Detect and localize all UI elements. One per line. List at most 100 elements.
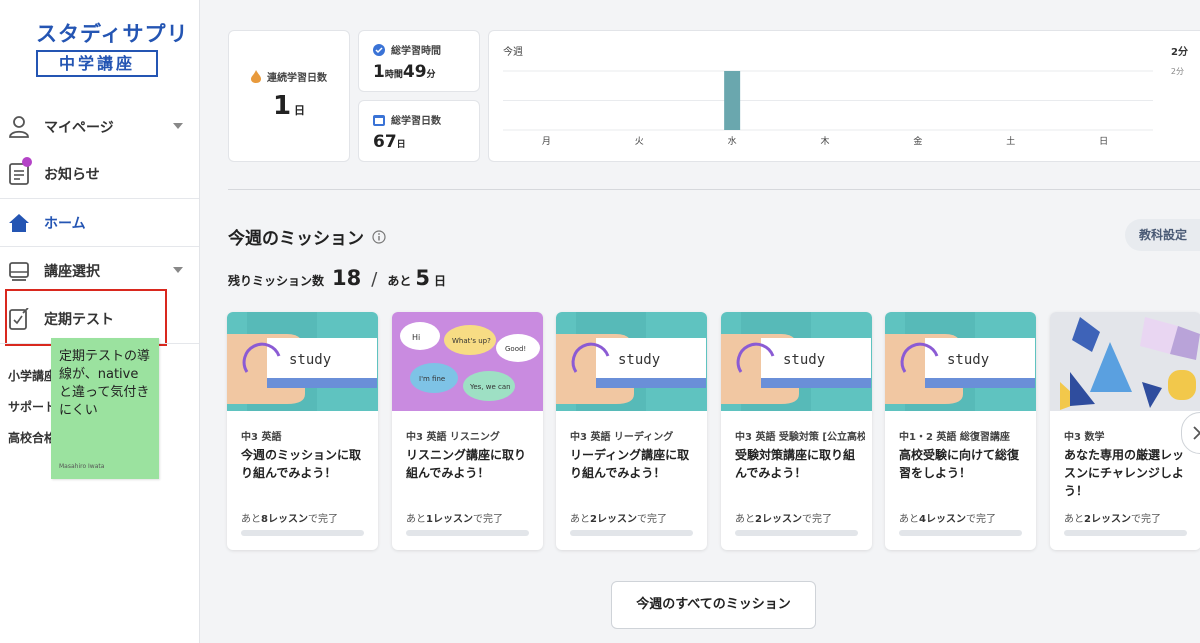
svg-text:Good!: Good! (505, 345, 526, 353)
mission-category: 中1・2 英語 総復習講座 (899, 432, 1010, 443)
mission-title: あなた専用の厳選レッスンにチャレンジしよう！ (1064, 448, 1185, 498)
total-time-hours-unit: 時間 (384, 70, 403, 80)
svg-text:study: study (618, 352, 660, 368)
mission-title: 今週のミッションに取り組んでみよう！ (241, 448, 362, 480)
sidebar-item-mypage[interactable]: マイページ (0, 104, 199, 150)
streak-label: 連続学習日数 (267, 73, 327, 84)
days-unit: 日 (433, 274, 446, 288)
chevron-down-icon[interactable] (173, 123, 183, 129)
streak-unit: 日 (294, 104, 306, 117)
notification-dot (22, 157, 32, 167)
x-tick-label: 土 (1006, 135, 1015, 147)
mission-card[interactable]: Hi What's up? Good! I'm fine Yes, we can… (392, 312, 543, 550)
study-card-illustration: study (885, 312, 1036, 411)
x-tick-label: 水 (728, 135, 737, 147)
person-icon (8, 116, 30, 138)
study-card-illustration: study (721, 312, 872, 411)
mission-category: 中3 英語 リスニング (406, 432, 500, 443)
sticky-note-text: 定期テストの導線が、nativeと違って気付きにくい (59, 349, 151, 418)
svg-text:What's up?: What's up? (452, 337, 491, 345)
sidebar-item-label: ホーム (44, 216, 86, 232)
mission-remaining: あと2レッスンで完了 (735, 514, 832, 525)
total-time-label: 総学習時間 (391, 46, 441, 57)
logo-main-text: スタディサプリ (36, 22, 189, 46)
mission-progress-bar (1064, 530, 1187, 536)
total-time-minutes-unit: 分 (426, 70, 436, 80)
days-value: 5 (415, 266, 430, 290)
mission-category: 中3 英語 (241, 432, 282, 443)
subject-settings-button[interactable]: 教科設定 (1125, 219, 1200, 251)
flame-icon (251, 70, 261, 83)
mission-title: 受験対策講座に取り組んでみよう！ (735, 448, 856, 480)
link-support[interactable]: サポート (8, 398, 52, 415)
all-missions-button[interactable]: 今週のすべてのミッション (611, 581, 816, 629)
chevron-right-icon (1193, 426, 1200, 440)
mission-title: リーディング講座に取り組んでみよう！ (570, 448, 690, 480)
svg-text:I'm fine: I'm fine (419, 375, 445, 383)
mission-title: リスニング講座に取り組んでみよう！ (406, 448, 527, 480)
chevron-down-icon[interactable] (173, 267, 183, 273)
mission-title: 高校受験に向けて総復習をしよう！ (899, 448, 1020, 480)
svg-text:study: study (289, 352, 331, 368)
mission-remaining: あと8レッスンで完了 (241, 514, 338, 525)
check-circle-icon (373, 43, 385, 56)
section-divider (228, 189, 1200, 190)
remaining-label: 残りミッション数 (228, 274, 325, 288)
total-days-value: 67 (373, 132, 397, 152)
app-logo[interactable]: スタディサプリ 中学講座 (36, 18, 189, 77)
weekly-chart-card: 今週 2分 2分月火水木金土日 (488, 30, 1200, 162)
total-days-card: 総学習日数 67日 (358, 100, 480, 162)
x-tick-label: 火 (635, 136, 644, 147)
logo-sub-text: 中学講座 (36, 50, 158, 77)
mission-remaining: あと1レッスンで完了 (406, 514, 503, 525)
mission-card[interactable]: study 中1・2 英語 総復習講座 高校受験に向けて総復習をしよう！ あと4… (885, 312, 1036, 550)
mission-progress-bar (899, 530, 1022, 536)
mission-remaining: あと2レッスンで完了 (570, 514, 667, 525)
total-time-minutes: 49 (402, 62, 427, 82)
calendar-icon (373, 114, 385, 126)
total-days-label: 総学習日数 (391, 116, 441, 127)
y-tick-label: 2分 (1171, 67, 1184, 76)
total-days-unit: 日 (396, 140, 406, 150)
sticky-note: 定期テストの導線が、nativeと違って気付きにくい Masahiro Iwat… (51, 338, 159, 479)
days-prefix: あと (387, 274, 412, 288)
book-icon (8, 260, 30, 282)
nav-divider (0, 246, 199, 247)
mission-card[interactable]: study 中3 英語 今週のミッションに取り組んでみよう！ あと8レッスンで完… (227, 312, 378, 550)
mission-progress-bar (570, 530, 693, 536)
mission-category: 中3 英語 リーディング (570, 432, 674, 443)
sidebar-item-home[interactable]: ホーム (0, 200, 199, 246)
mission-progress-bar (241, 530, 364, 536)
info-icon[interactable] (372, 229, 386, 244)
mission-category: 中3 数学 (1064, 432, 1105, 443)
chart-bar-2 (724, 71, 741, 130)
svg-text:Hi: Hi (412, 333, 420, 342)
study-card-illustration: study (227, 312, 378, 411)
x-tick-label: 金 (913, 135, 922, 147)
mission-category: 中3 英語 受験対策 [公立高校] (735, 432, 865, 443)
sidebar-item-course-select[interactable]: 講座選択 (0, 248, 199, 294)
svg-text:Yes, we can: Yes, we can (469, 383, 511, 391)
remaining-count: 18 (332, 266, 362, 290)
link-elementary-course[interactable]: 小学講座 (8, 367, 52, 384)
sidebar: スタディサプリ 中学講座 マイページ お知らせ ホーム 講座選択 定期テスト 小… (0, 0, 200, 643)
separator-slash: / (371, 269, 378, 290)
x-tick-label: 日 (1099, 136, 1108, 147)
x-tick-label: 月 (542, 136, 551, 147)
mission-card[interactable]: study 中3 英語 受験対策 [公立高校] 受験対策講座に取り組んでみよう！… (721, 312, 872, 550)
mission-progress-bar (735, 530, 858, 536)
mission-remaining: あと2レッスンで完了 (1064, 514, 1161, 525)
streak-card: 連続学習日数 1日 (228, 30, 350, 162)
mission-card[interactable]: study 中3 英語 リーディング リーディング講座に取り組んでみよう！ あと… (556, 312, 707, 550)
sidebar-item-label: マイページ (44, 120, 114, 136)
speech-bubbles-illustration: Hi What's up? Good! I'm fine Yes, we can (392, 312, 543, 411)
mission-progress-bar (406, 530, 529, 536)
home-icon (8, 212, 30, 234)
link-high-school-pass[interactable]: 高校合格 (8, 429, 52, 446)
mission-remaining: あと4レッスンで完了 (899, 514, 996, 525)
mission-card[interactable]: 中3 数学 あなた専用の厳選レッスンにチャレンジしよう！ あと2レッスンで完了 (1050, 312, 1200, 550)
remaining-missions: 残りミッション数 18 / あと 5 日 (228, 266, 446, 290)
svg-text:study: study (783, 352, 825, 368)
sidebar-item-label: 講座選択 (44, 264, 100, 280)
study-card-illustration: study (556, 312, 707, 411)
